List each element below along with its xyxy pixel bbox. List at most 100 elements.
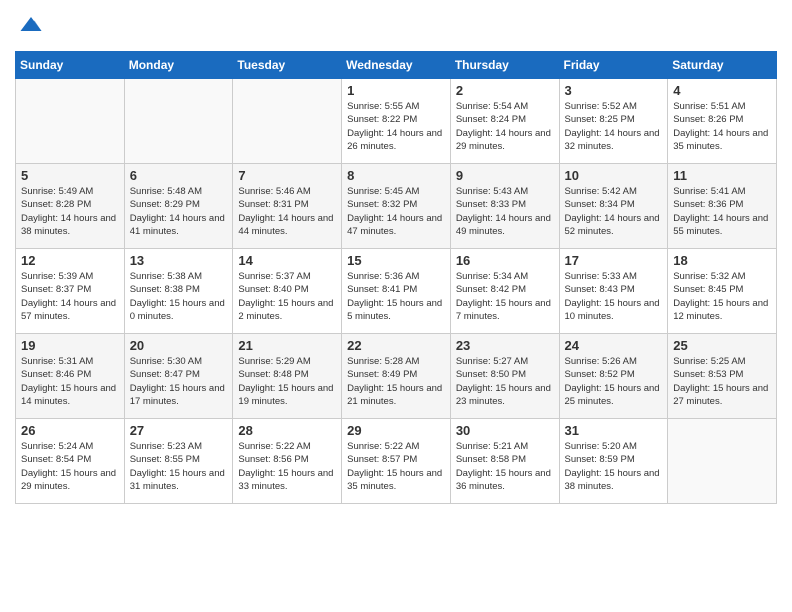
day-number: 17 [565, 253, 663, 268]
day-info: Sunrise: 5:42 AM Sunset: 8:34 PM Dayligh… [565, 185, 663, 238]
calendar-cell: 31 Sunrise: 5:20 AM Sunset: 8:59 PM Dayli… [559, 419, 668, 504]
day-number: 7 [238, 168, 336, 183]
calendar-cell: 4Sunrise: 5:51 AM Sunset: 8:26 PM Daylig… [668, 79, 777, 164]
calendar-cell: 28 Sunrise: 5:22 AM Sunset: 8:56 PM Dayli… [233, 419, 342, 504]
calendar-cell: 8 Sunrise: 5:45 AM Sunset: 8:32 PM Daylig… [342, 164, 451, 249]
day-info: Sunrise: 5:22 AM Sunset: 8:57 PM Dayligh… [347, 440, 445, 493]
day-number: 23 [456, 338, 554, 353]
day-number: 12 [21, 253, 119, 268]
day-number: 29 [347, 423, 445, 438]
calendar-cell: 20 Sunrise: 5:30 AM Sunset: 8:47 PM Dayli… [124, 334, 233, 419]
day-number: 9 [456, 168, 554, 183]
day-info: Sunrise: 5:22 AM Sunset: 8:56 PM Dayligh… [238, 440, 336, 493]
calendar-cell: 17 Sunrise: 5:33 AM Sunset: 8:43 PM Dayli… [559, 249, 668, 334]
column-header-tuesday: Tuesday [233, 52, 342, 79]
calendar-cell: 22 Sunrise: 5:28 AM Sunset: 8:49 PM Dayli… [342, 334, 451, 419]
page: SundayMondayTuesdayWednesdayThursdayFrid… [0, 0, 792, 519]
calendar-cell: 30 Sunrise: 5:21 AM Sunset: 8:58 PM Dayli… [450, 419, 559, 504]
day-info: Sunrise: 5:37 AM Sunset: 8:40 PM Dayligh… [238, 270, 336, 323]
day-info: Sunrise: 5:38 AM Sunset: 8:38 PM Dayligh… [130, 270, 228, 323]
day-info: Sunrise: 5:46 AM Sunset: 8:31 PM Dayligh… [238, 185, 336, 238]
calendar-cell [124, 79, 233, 164]
day-info: Sunrise: 5:21 AM Sunset: 8:58 PM Dayligh… [456, 440, 554, 493]
header [15, 10, 777, 43]
header-row: SundayMondayTuesdayWednesdayThursdayFrid… [16, 52, 777, 79]
calendar-cell: 24 Sunrise: 5:26 AM Sunset: 8:52 PM Dayli… [559, 334, 668, 419]
day-info: Sunrise: 5:32 AM Sunset: 8:45 PM Dayligh… [673, 270, 771, 323]
calendar-cell: 25 Sunrise: 5:25 AM Sunset: 8:53 PM Dayli… [668, 334, 777, 419]
day-info: Sunrise: 5:54 AM Sunset: 8:24 PM Dayligh… [456, 100, 554, 153]
calendar-cell: 10 Sunrise: 5:42 AM Sunset: 8:34 PM Dayli… [559, 164, 668, 249]
day-number: 11 [673, 168, 771, 183]
day-number: 8 [347, 168, 445, 183]
day-info: Sunrise: 5:25 AM Sunset: 8:53 PM Dayligh… [673, 355, 771, 408]
calendar-cell: 26Sunrise: 5:24 AM Sunset: 8:54 PM Dayli… [16, 419, 125, 504]
column-header-thursday: Thursday [450, 52, 559, 79]
day-info: Sunrise: 5:48 AM Sunset: 8:29 PM Dayligh… [130, 185, 228, 238]
calendar-cell: 21 Sunrise: 5:29 AM Sunset: 8:48 PM Dayli… [233, 334, 342, 419]
day-number: 31 [565, 423, 663, 438]
day-info: Sunrise: 5:20 AM Sunset: 8:59 PM Dayligh… [565, 440, 663, 493]
day-number: 6 [130, 168, 228, 183]
day-info: Sunrise: 5:55 AM Sunset: 8:22 PM Dayligh… [347, 100, 445, 153]
week-row-3: 12Sunrise: 5:39 AM Sunset: 8:37 PM Dayli… [16, 249, 777, 334]
day-info: Sunrise: 5:31 AM Sunset: 8:46 PM Dayligh… [21, 355, 119, 408]
calendar-cell: 19 Sunrise: 5:31 AM Sunset: 8:46 PM Dayli… [16, 334, 125, 419]
day-number: 28 [238, 423, 336, 438]
day-info: Sunrise: 5:28 AM Sunset: 8:49 PM Dayligh… [347, 355, 445, 408]
calendar-cell [16, 79, 125, 164]
day-info: Sunrise: 5:27 AM Sunset: 8:50 PM Dayligh… [456, 355, 554, 408]
day-info: Sunrise: 5:43 AM Sunset: 8:33 PM Dayligh… [456, 185, 554, 238]
day-number: 26 [21, 423, 119, 438]
day-info: Sunrise: 5:36 AM Sunset: 8:41 PM Dayligh… [347, 270, 445, 323]
day-number: 19 [21, 338, 119, 353]
day-number: 1 [347, 83, 445, 98]
day-info: Sunrise: 5:45 AM Sunset: 8:32 PM Dayligh… [347, 185, 445, 238]
calendar-cell: 23 Sunrise: 5:27 AM Sunset: 8:50 PM Dayli… [450, 334, 559, 419]
calendar-cell: 2Sunrise: 5:54 AM Sunset: 8:24 PM Daylig… [450, 79, 559, 164]
day-number: 25 [673, 338, 771, 353]
calendar-cell: 3Sunrise: 5:52 AM Sunset: 8:25 PM Daylig… [559, 79, 668, 164]
column-header-sunday: Sunday [16, 52, 125, 79]
day-info: Sunrise: 5:51 AM Sunset: 8:26 PM Dayligh… [673, 100, 771, 153]
calendar-cell: 15 Sunrise: 5:36 AM Sunset: 8:41 PM Dayli… [342, 249, 451, 334]
day-number: 3 [565, 83, 663, 98]
day-info: Sunrise: 5:30 AM Sunset: 8:47 PM Dayligh… [130, 355, 228, 408]
day-number: 15 [347, 253, 445, 268]
day-number: 27 [130, 423, 228, 438]
day-number: 22 [347, 338, 445, 353]
calendar-cell: 14Sunrise: 5:37 AM Sunset: 8:40 PM Dayli… [233, 249, 342, 334]
day-number: 20 [130, 338, 228, 353]
calendar-cell: 12Sunrise: 5:39 AM Sunset: 8:37 PM Dayli… [16, 249, 125, 334]
calendar-cell: 29 Sunrise: 5:22 AM Sunset: 8:57 PM Dayli… [342, 419, 451, 504]
calendar-cell: 18 Sunrise: 5:32 AM Sunset: 8:45 PM Dayli… [668, 249, 777, 334]
day-number: 13 [130, 253, 228, 268]
calendar-table: SundayMondayTuesdayWednesdayThursdayFrid… [15, 51, 777, 504]
week-row-5: 26Sunrise: 5:24 AM Sunset: 8:54 PM Dayli… [16, 419, 777, 504]
day-info: Sunrise: 5:29 AM Sunset: 8:48 PM Dayligh… [238, 355, 336, 408]
calendar-cell: 5Sunrise: 5:49 AM Sunset: 8:28 PM Daylig… [16, 164, 125, 249]
calendar-cell: 6 Sunrise: 5:48 AM Sunset: 8:29 PM Daylig… [124, 164, 233, 249]
day-info: Sunrise: 5:41 AM Sunset: 8:36 PM Dayligh… [673, 185, 771, 238]
day-info: Sunrise: 5:49 AM Sunset: 8:28 PM Dayligh… [21, 185, 119, 238]
logo [15, 10, 45, 43]
column-header-friday: Friday [559, 52, 668, 79]
calendar-cell: 16Sunrise: 5:34 AM Sunset: 8:42 PM Dayli… [450, 249, 559, 334]
calendar-cell: 27 Sunrise: 5:23 AM Sunset: 8:55 PM Dayli… [124, 419, 233, 504]
calendar-cell: 9 Sunrise: 5:43 AM Sunset: 8:33 PM Daylig… [450, 164, 559, 249]
calendar-cell: 11 Sunrise: 5:41 AM Sunset: 8:36 PM Dayli… [668, 164, 777, 249]
day-number: 24 [565, 338, 663, 353]
calendar-cell: 13 Sunrise: 5:38 AM Sunset: 8:38 PM Dayli… [124, 249, 233, 334]
column-header-saturday: Saturday [668, 52, 777, 79]
day-number: 18 [673, 253, 771, 268]
day-info: Sunrise: 5:26 AM Sunset: 8:52 PM Dayligh… [565, 355, 663, 408]
day-number: 21 [238, 338, 336, 353]
column-header-monday: Monday [124, 52, 233, 79]
logo-icon [17, 10, 45, 38]
day-info: Sunrise: 5:33 AM Sunset: 8:43 PM Dayligh… [565, 270, 663, 323]
day-number: 10 [565, 168, 663, 183]
calendar-cell [233, 79, 342, 164]
day-number: 30 [456, 423, 554, 438]
calendar-cell [668, 419, 777, 504]
day-info: Sunrise: 5:23 AM Sunset: 8:55 PM Dayligh… [130, 440, 228, 493]
